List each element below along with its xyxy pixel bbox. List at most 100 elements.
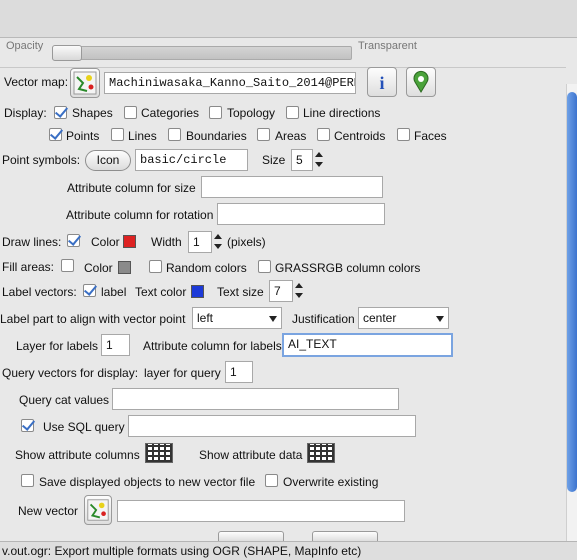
faces-checkbox[interactable] (397, 128, 410, 141)
status-text: v.out.ogr: Export multiple formats using… (2, 544, 362, 558)
vector-map-icon (73, 71, 97, 95)
label-vectors-label: Label vectors: (2, 285, 77, 299)
pixels-label: (pixels) (227, 235, 266, 249)
cat-values-label: Query cat values (19, 393, 110, 407)
fill-areas-label: Fill areas: (2, 260, 55, 274)
symbol-input[interactable]: basic/circle (135, 149, 248, 171)
draw-lines-checkbox[interactable] (67, 234, 80, 247)
cat-values-input[interactable] (112, 388, 399, 410)
svg-text:i: i (379, 73, 384, 93)
align-label: Label part to align with vector point (0, 312, 186, 326)
fill-areas-checkbox[interactable] (61, 259, 74, 272)
areas-checkbox[interactable] (257, 128, 270, 141)
topology-checkbox[interactable] (209, 106, 222, 119)
centroids-label: Centroids (334, 129, 386, 143)
shapes-label: Shapes (72, 106, 113, 120)
text-color-label: Text color (135, 285, 187, 299)
new-vector-label: New vector (18, 504, 79, 518)
random-colors-checkbox[interactable] (149, 260, 162, 273)
show-columns-label: Show attribute columns (15, 448, 140, 462)
cancel-button[interactable] (312, 531, 378, 541)
line-directions-checkbox[interactable] (286, 106, 299, 119)
grassrgb-label: GRASSRGB column colors (275, 261, 421, 275)
categories-checkbox[interactable] (124, 106, 137, 119)
status-bar: v.out.ogr: Export multiple formats using… (0, 541, 577, 560)
label-check-label: label (101, 285, 127, 299)
width-label: Width (151, 235, 182, 249)
attr-size-input[interactable] (201, 176, 383, 198)
overwrite-checkbox[interactable] (265, 474, 278, 487)
overwrite-label: Overwrite existing (283, 475, 379, 489)
points-label: Points (66, 129, 100, 143)
attr-rotation-label: Attribute column for rotation (66, 208, 214, 222)
point-symbols-label: Point symbols: (2, 153, 81, 167)
sql-label: Use SQL query (43, 420, 125, 434)
table-icon[interactable] (145, 443, 173, 463)
areas-label: Areas (275, 129, 307, 143)
faces-label: Faces (414, 129, 447, 143)
justification-select[interactable]: center (358, 307, 449, 329)
sql-input[interactable] (128, 415, 416, 437)
layer-query-input[interactable]: 1 (225, 361, 253, 383)
locate-button[interactable] (406, 67, 436, 97)
size-label: Size (262, 153, 286, 167)
info-button[interactable]: i (367, 67, 397, 97)
boundaries-checkbox[interactable] (168, 128, 181, 141)
new-vector-select-button[interactable] (84, 495, 112, 525)
categories-label: Categories (141, 106, 200, 120)
label-checkbox[interactable] (83, 284, 96, 297)
grassrgb-checkbox[interactable] (258, 260, 271, 273)
query-vectors-label: Query vectors for display: (2, 366, 139, 380)
lines-label: Lines (128, 129, 157, 143)
vector-map-icon (87, 499, 109, 521)
icon-button[interactable]: Icon (85, 150, 131, 171)
align-value: left (197, 311, 214, 325)
line-color-label: Color (91, 235, 120, 249)
fill-color-label: Color (84, 261, 113, 275)
save-checkbox[interactable] (21, 474, 34, 487)
text-size-label: Text size (217, 285, 264, 299)
random-colors-label: Random colors (166, 261, 247, 275)
opacity-slider[interactable] (52, 46, 352, 60)
vector-map-input[interactable]: Machiniwasaka_Kanno_Saito_2014@PERMANENT (104, 72, 356, 94)
attr-labels-input[interactable]: AI_TEXT (282, 333, 453, 357)
text-color-swatch[interactable] (191, 285, 204, 298)
chevron-down-icon (436, 316, 444, 322)
line-directions-label: Line directions (303, 106, 381, 120)
shapes-checkbox[interactable] (54, 106, 67, 119)
vector-map-select-button[interactable] (70, 68, 100, 98)
transparent-label: Transparent (358, 40, 417, 52)
show-data-label: Show attribute data (199, 448, 303, 462)
text-size-stepper[interactable] (293, 280, 305, 302)
boundaries-label: Boundaries (186, 129, 247, 143)
attr-rotation-input[interactable] (217, 203, 385, 225)
line-color-swatch[interactable] (123, 235, 136, 248)
layer-labels-input[interactable]: 1 (101, 334, 130, 356)
centroids-checkbox[interactable] (317, 128, 330, 141)
size-stepper[interactable] (313, 149, 325, 171)
points-checkbox[interactable] (49, 128, 62, 141)
sql-checkbox[interactable] (21, 419, 34, 432)
line-width-spinner[interactable]: 1 (188, 231, 212, 253)
map-marker-icon (413, 70, 429, 93)
align-select[interactable]: left (192, 307, 282, 329)
scrollbar-thumb[interactable] (567, 92, 577, 492)
new-vector-input[interactable] (117, 500, 405, 522)
justification-value: center (363, 311, 397, 325)
line-width-stepper[interactable] (212, 231, 224, 253)
chevron-down-icon (269, 316, 277, 322)
opacity-slider-thumb[interactable] (52, 45, 82, 61)
layer-labels-label: Layer for labels (16, 339, 99, 353)
attr-size-label: Attribute column for size (67, 181, 196, 195)
display-label: Display: (4, 106, 47, 120)
lines-checkbox[interactable] (111, 128, 124, 141)
attr-labels-label: Attribute column for labels (143, 339, 282, 353)
fill-color-swatch[interactable] (118, 261, 131, 274)
ok-button[interactable] (218, 531, 284, 541)
table-icon[interactable] (307, 443, 335, 463)
text-size-spinner[interactable]: 7 (269, 280, 293, 302)
draw-lines-label: Draw lines: (2, 235, 62, 249)
justification-label: Justification (292, 312, 355, 326)
info-icon: i (379, 73, 384, 93)
size-spinner[interactable]: 5 (291, 149, 313, 171)
